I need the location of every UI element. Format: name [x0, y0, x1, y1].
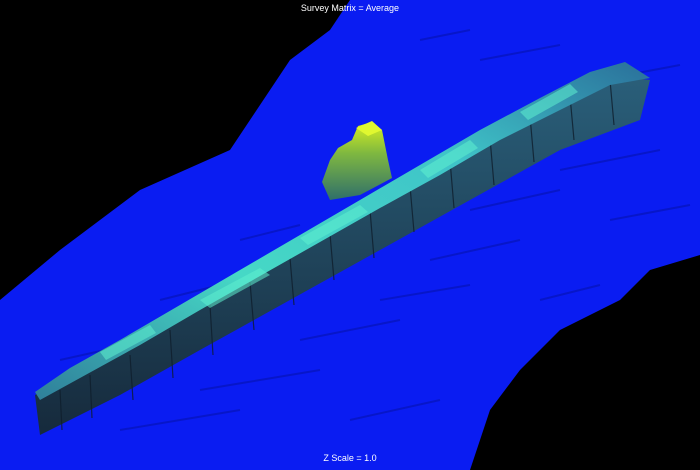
bathymetry-scene[interactable] — [0, 0, 700, 470]
survey-viewport[interactable]: Survey Matrix = Average Z Scale = 1.0 — [0, 0, 700, 470]
